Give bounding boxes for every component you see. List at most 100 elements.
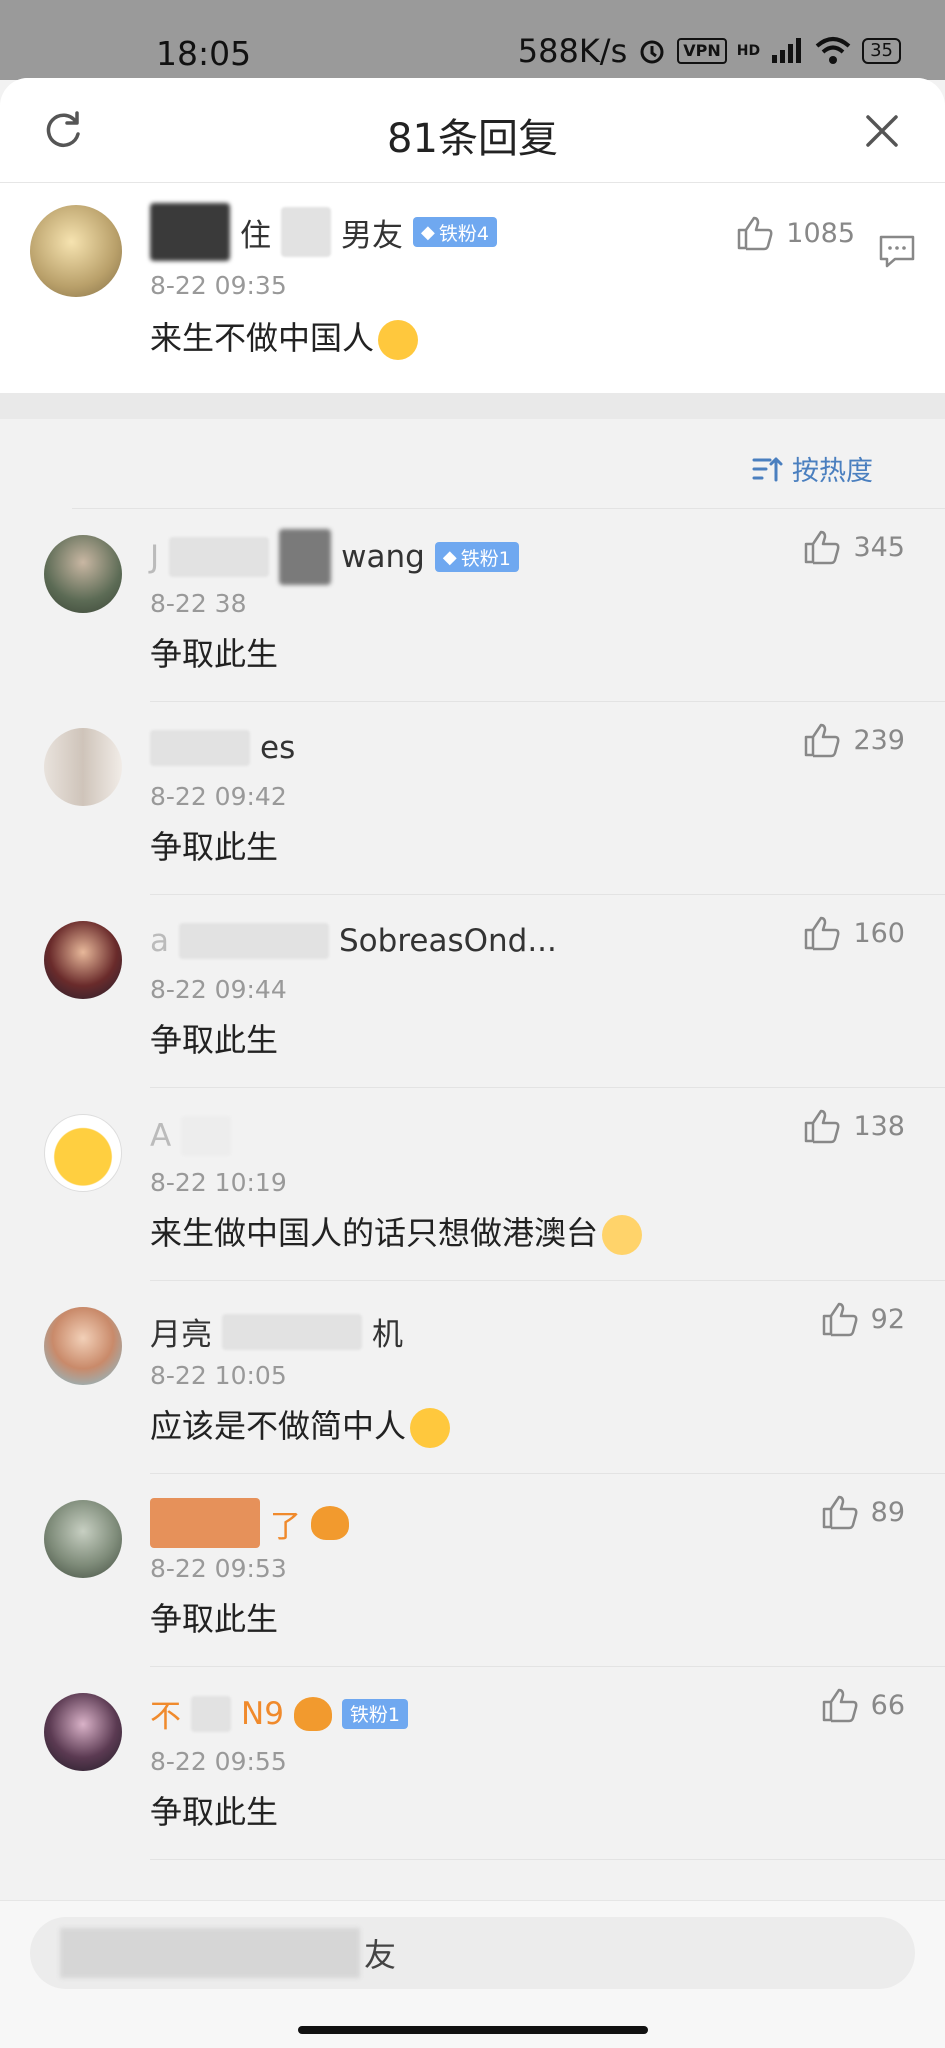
reply-item[interactable]: 月亮 机 8-22 10:05 应该是不做简中人 92 [0, 1281, 945, 1474]
like-count: 1085 [786, 217, 855, 249]
comment-text: 来生不做中国人 [150, 319, 375, 357]
original-comment[interactable]: 住 男友 ◆ 铁粉4 8-22 09:35 来生不做中国人 1085 [0, 183, 945, 393]
reply-content: 争取此生 [150, 635, 279, 673]
sheet-header: 81条回复 [0, 78, 945, 183]
reply-content: 争取此生 [150, 1600, 279, 1638]
avatar[interactable] [44, 1693, 122, 1771]
avatar[interactable] [44, 1500, 122, 1578]
name-mask [169, 537, 270, 577]
avatar[interactable] [44, 535, 122, 613]
like-button[interactable]: 66 [821, 1687, 905, 1723]
sort-by-hot-button[interactable]: 按热度 [752, 449, 873, 488]
fan-badge-label: 铁粉4 [438, 222, 489, 245]
placeholder-mask [60, 1928, 360, 1978]
like-button[interactable]: 345 [803, 529, 905, 565]
sort-icon [752, 457, 783, 481]
name-mask [279, 529, 332, 585]
reply-text: 应该是不做简中人 [150, 1407, 407, 1445]
reply-time: 8-22 09:53 [150, 1554, 287, 1583]
like-button[interactable]: 138 [803, 1108, 905, 1144]
author-name-part: J [150, 539, 160, 575]
reply-author[interactable]: J wang ◆ 铁粉1 [150, 529, 519, 585]
sleepy-emoji-avatar[interactable] [44, 1114, 122, 1192]
shocked-emoji-icon [410, 1408, 451, 1448]
fan-badge: ◆ 铁粉1 [434, 542, 519, 572]
net-speed: 588K/s [517, 32, 628, 70]
name-mask [150, 1498, 260, 1548]
like-button[interactable]: 89 [821, 1494, 905, 1530]
author-name-part: a [150, 923, 169, 959]
comment-time: 8-22 09:35 [150, 271, 287, 300]
section-separator [0, 393, 945, 419]
status-time: 18:05 [156, 34, 252, 73]
like-button[interactable]: 92 [821, 1301, 905, 1337]
name-mask [191, 1695, 231, 1732]
like-count: 239 [853, 724, 905, 756]
like-count: 138 [853, 1110, 905, 1142]
name-mask [281, 207, 331, 257]
like-count: 66 [870, 1689, 905, 1721]
reply-item[interactable]: 不 N9 铁粉1 8-22 09:55 争取此生 66 [0, 1667, 945, 1860]
close-icon[interactable] [859, 108, 905, 154]
signal-icon [772, 38, 802, 63]
like-button[interactable]: 239 [803, 722, 905, 758]
comment-input-bar: 友 [0, 1900, 945, 2048]
reply-time: 8-22 10:05 [150, 1361, 287, 1390]
author-name-part: wang [341, 539, 425, 575]
thumbs-up-icon [822, 1302, 858, 1337]
vip-crown-icon [311, 1506, 349, 1540]
author-name-part: N9 [241, 1695, 284, 1732]
author-name-part: SobreasOnd... [339, 923, 557, 959]
avatar[interactable] [30, 205, 122, 297]
sort-row: 按热度 [0, 419, 945, 509]
reply-content: 争取此生 [150, 1021, 279, 1059]
status-icons: 588K/s VPN HD 35 [518, 32, 901, 70]
replies-sheet: 81条回复 住 男友 ◆铁粉4 8-22 09:35 来生不做中国人 1085 [0, 78, 945, 2048]
thumbs-up-icon [822, 1688, 858, 1723]
name-mask [179, 923, 329, 959]
reply-item[interactable]: J wang ◆ 铁粉1 8-22 38 争取此生 345 [0, 509, 945, 702]
sort-label: 按热度 [792, 456, 873, 487]
wifi-icon [815, 37, 851, 64]
avatar[interactable] [44, 728, 122, 806]
reply-item[interactable]: A 8-22 10:19 来生做中国人的话只想做港澳台 138 [0, 1088, 945, 1281]
reply-item[interactable]: es 8-22 09:42 争取此生 239 [0, 702, 945, 895]
reply-item[interactable]: a SobreasOnd... 8-22 09:44 争取此生 160 [0, 895, 945, 1088]
author-name-part: 了 [270, 1508, 301, 1545]
reply-comment-icon[interactable] [877, 233, 917, 269]
avatar[interactable] [44, 921, 122, 999]
reply-time: 8-22 09:55 [150, 1747, 287, 1776]
reply-author[interactable]: 月亮 机 [150, 1309, 403, 1354]
fan-badge-label: 铁粉1 [349, 1704, 401, 1726]
author-name-part: 不 [150, 1699, 181, 1735]
reply-author[interactable]: a SobreasOnd... [150, 923, 557, 959]
reply-input[interactable]: 友 [30, 1917, 915, 1989]
reply-author[interactable]: es [150, 730, 295, 766]
divider [150, 1859, 945, 1860]
smile-emoji-icon [378, 320, 419, 360]
vip-crown-icon [293, 1696, 332, 1731]
name-mask [181, 1116, 232, 1156]
thumbs-up-icon [805, 916, 840, 951]
comment-author[interactable]: 住 男友 ◆ 铁粉4 [150, 203, 497, 261]
author-name-part: 男友 [341, 217, 403, 254]
reply-author[interactable]: 不 N9 铁粉1 [150, 1691, 409, 1736]
thumbs-up-icon [822, 1495, 858, 1530]
like-button[interactable]: 160 [803, 915, 905, 951]
fan-badge: 铁粉1 [341, 1698, 409, 1729]
avatar[interactable] [44, 1307, 122, 1385]
reply-author[interactable]: 了 [150, 1498, 349, 1548]
thumbs-up-icon [738, 216, 773, 251]
like-button[interactable]: 1085 [736, 215, 855, 251]
vpn-badge: VPN [677, 38, 727, 64]
reply-author[interactable]: A [150, 1116, 232, 1156]
diamond-icon: ◆ [421, 221, 435, 243]
reply-time: 8-22 38 [150, 589, 247, 618]
reply-content: 争取此生 [150, 828, 279, 866]
fan-badge: ◆ 铁粉4 [413, 217, 497, 247]
sheet-title: 81条回复 [387, 116, 558, 162]
reply-item[interactable]: 了 8-22 09:53 争取此生 89 [0, 1474, 945, 1667]
thumbs-up-icon [805, 530, 840, 565]
home-indicator[interactable] [298, 2026, 648, 2034]
reply-text: 来生做中国人的话只想做港澳台 [150, 1214, 599, 1252]
